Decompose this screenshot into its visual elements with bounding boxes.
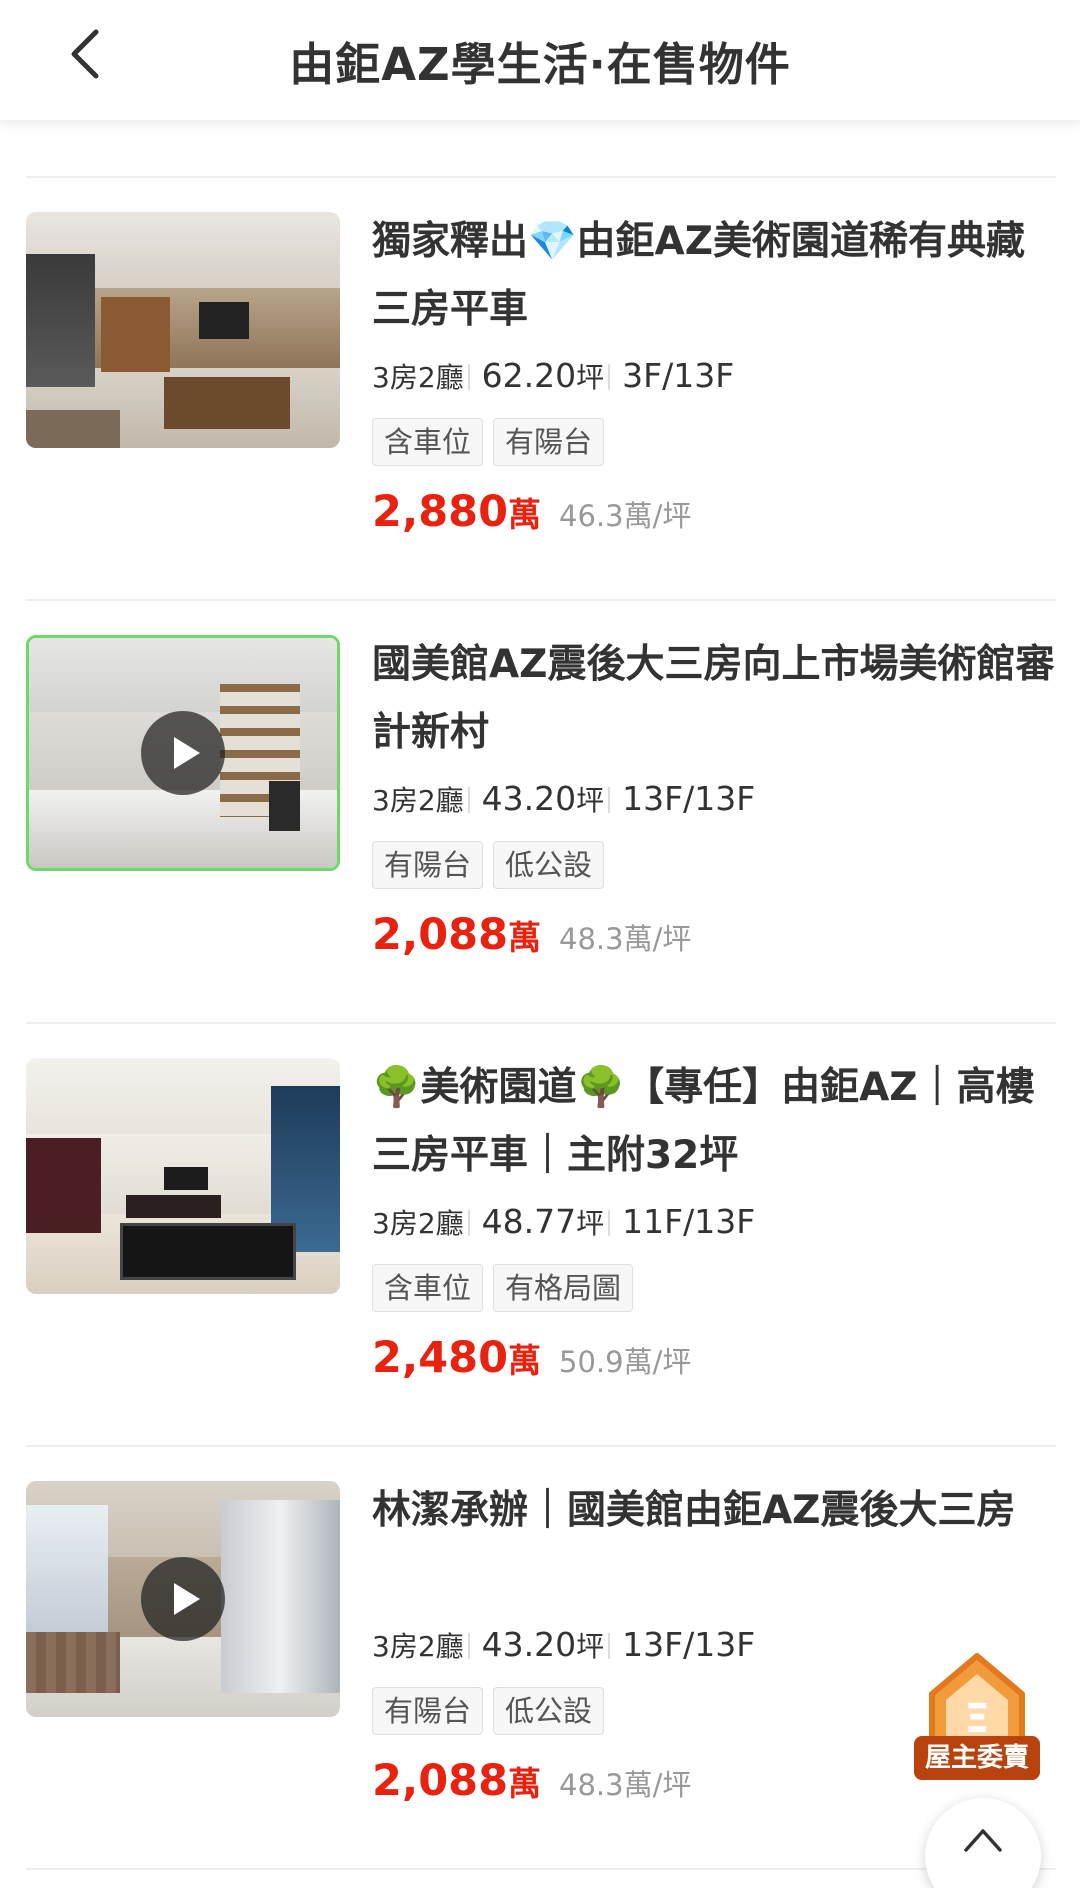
- feature-tag: 有格局圖: [493, 1264, 634, 1312]
- spec-separator: [608, 364, 611, 390]
- listing-specs: 3房2廳 62.20坪 3F/13F: [372, 350, 1062, 402]
- play-icon[interactable]: [141, 711, 225, 795]
- spec-separator: [608, 1210, 611, 1236]
- area-unit: 坪: [576, 784, 605, 817]
- floor-area: 48.77坪: [482, 1202, 605, 1241]
- spec-separator: [467, 364, 470, 390]
- spec-separator: [608, 1633, 611, 1659]
- area-value: 62.20: [481, 356, 577, 395]
- unit-price: 48.3萬/坪: [559, 1768, 692, 1802]
- listing-info: 國美館AZ震後大三房向上市場美術館審計新村 3房2廳 43.20坪 13F/13F …: [372, 631, 1062, 965]
- play-icon[interactable]: [141, 1557, 225, 1641]
- page-title: 由鉅AZ學生活·在售物件: [289, 38, 791, 91]
- unit-price: 50.9萬/坪: [559, 1345, 692, 1379]
- total-price: 2,088: [372, 1756, 509, 1806]
- owner-consign-button[interactable]: Ξ 屋主委賣: [912, 1650, 1042, 1780]
- divider: [26, 1868, 1056, 1870]
- listing-list: 獨家釋出💎由鉅AZ美術園道稀有典藏三房平車 3房2廳 62.20坪 3F/13F 含…: [26, 176, 1056, 1870]
- owner-consign-label: 屋主委賣: [914, 1736, 1040, 1780]
- spec-separator: [467, 1633, 470, 1659]
- price-row: 2,880萬 46.3萬/坪: [372, 482, 1062, 542]
- tag-list: 含車位 有格局圖: [372, 1264, 1062, 1314]
- total-price: 2,088: [372, 910, 509, 960]
- area-value: 43.20: [481, 779, 577, 818]
- tag-list: 含車位 有陽台: [372, 418, 1062, 468]
- feature-tag: 含車位: [372, 418, 484, 466]
- feature-tag: 低公設: [493, 1687, 605, 1735]
- floor-area: 43.20坪: [482, 1625, 605, 1664]
- room-layout: 3房2廳: [372, 1630, 464, 1663]
- total-price: 2,480: [372, 1333, 509, 1383]
- listing-photo[interactable]: [26, 212, 340, 448]
- listing-card[interactable]: 🌳美術園道🌳【專任】由鉅AZ｜高樓三房平車｜主附32坪 3房2廳 48.77坪 11…: [26, 1024, 1056, 1445]
- listing-title[interactable]: 林潔承辦｜國美館由鉅AZ震後大三房: [372, 1477, 1062, 1613]
- unit-price: 46.3萬/坪: [559, 499, 692, 533]
- area-value: 48.77: [481, 1202, 577, 1241]
- price-unit: 萬: [508, 918, 542, 957]
- floor-level: 11F/13F: [622, 1202, 756, 1241]
- price-row: 2,480萬 50.9萬/坪: [372, 1328, 1062, 1388]
- listing-card[interactable]: 林潔承辦｜國美館由鉅AZ震後大三房 3房2廳 43.20坪 13F/13F 有陽台低…: [26, 1447, 1056, 1868]
- listing-photo[interactable]: [26, 1058, 340, 1294]
- feature-tag: 有陽台: [493, 418, 605, 466]
- listing-title[interactable]: 🌳美術園道🌳【專任】由鉅AZ｜高樓三房平車｜主附32坪: [372, 1054, 1062, 1190]
- feature-tag: 有陽台: [372, 841, 484, 889]
- listing-title[interactable]: 國美館AZ震後大三房向上市場美術館審計新村: [372, 631, 1062, 767]
- feature-tag: 含車位: [372, 1264, 484, 1312]
- price-unit: 萬: [508, 1341, 542, 1380]
- listing-card[interactable]: 國美館AZ震後大三房向上市場美術館審計新村 3房2廳 43.20坪 13F/13F …: [26, 601, 1056, 1022]
- listing-specs: 3房2廳 48.77坪 11F/13F: [372, 1196, 1062, 1248]
- listing-photo[interactable]: [26, 635, 340, 871]
- floor-level: 13F/13F: [622, 779, 756, 818]
- spec-separator: [467, 787, 470, 813]
- app-header: 由鉅AZ學生活·在售物件: [0, 0, 1080, 120]
- house-icon: Ξ: [929, 1653, 1025, 1745]
- area-value: 43.20: [481, 1625, 577, 1664]
- room-layout: 3房2廳: [372, 784, 464, 817]
- price-unit: 萬: [508, 495, 542, 534]
- feature-tag: 有陽台: [372, 1687, 484, 1735]
- listing-photo[interactable]: [26, 1481, 340, 1717]
- floor-area: 62.20坪: [482, 356, 605, 395]
- tag-list: 有陽台 低公設: [372, 841, 1062, 891]
- listing-card[interactable]: 獨家釋出💎由鉅AZ美術園道稀有典藏三房平車 3房2廳 62.20坪 3F/13F 含…: [26, 178, 1056, 599]
- floor-level: 13F/13F: [622, 1625, 756, 1664]
- unit-price: 48.3萬/坪: [559, 922, 692, 956]
- area-unit: 坪: [576, 1630, 605, 1663]
- listing-info: 🌳美術園道🌳【專任】由鉅AZ｜高樓三房平車｜主附32坪 3房2廳 48.77坪 11…: [372, 1054, 1062, 1388]
- listing-info: 獨家釋出💎由鉅AZ美術園道稀有典藏三房平車 3房2廳 62.20坪 3F/13F 含…: [372, 208, 1062, 542]
- price-unit: 萬: [508, 1764, 542, 1803]
- room-layout: 3房2廳: [372, 1207, 464, 1240]
- spec-separator: [608, 787, 611, 813]
- floor-level: 3F/13F: [622, 356, 735, 395]
- area-unit: 坪: [576, 361, 605, 394]
- listing-title[interactable]: 獨家釋出💎由鉅AZ美術園道稀有典藏三房平車: [372, 208, 1062, 344]
- listing-specs: 3房2廳 43.20坪 13F/13F: [372, 773, 1062, 825]
- spec-separator: [467, 1210, 470, 1236]
- area-unit: 坪: [576, 1207, 605, 1240]
- total-price: 2,880: [372, 487, 509, 537]
- room-layout: 3房2廳: [372, 361, 464, 394]
- feature-tag: 低公設: [493, 841, 605, 889]
- price-row: 2,088萬 48.3萬/坪: [372, 905, 1062, 965]
- floor-area: 43.20坪: [482, 779, 605, 818]
- chevron-up-icon: [964, 1829, 1002, 1852]
